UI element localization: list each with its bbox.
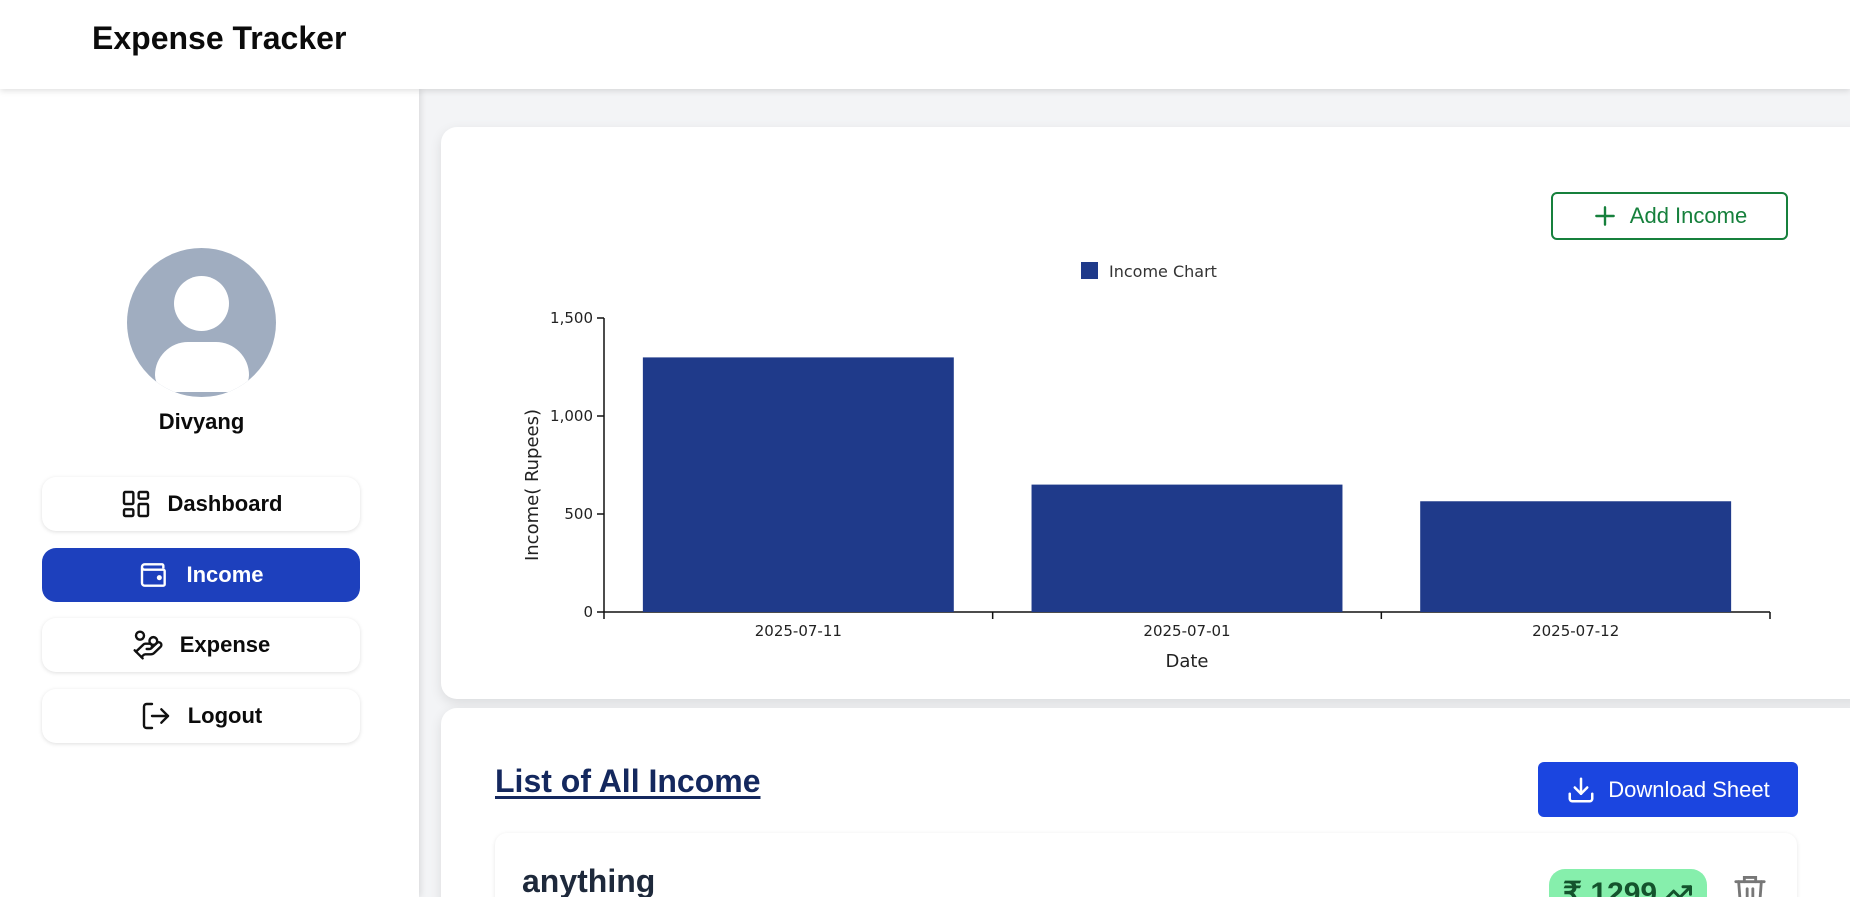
x-tick-label: 2025-07-12 [1532,622,1619,640]
income-item-title: anything [522,863,656,897]
bar-series [642,357,1732,612]
income-amount-badge: ₹ 1299 [1549,869,1707,897]
sidebar-item-income[interactable]: Income [42,548,360,602]
legend-label: Income Chart [1109,262,1217,281]
bar [642,357,954,612]
y-tick-label: 1,500 [550,309,593,327]
dashboard-grid-icon [122,490,149,518]
top-bar: Expense Tracker [0,0,1850,89]
avatar [127,248,276,397]
income-list-title[interactable]: List of All Income [495,763,761,800]
x-tick-label: 2025-07-11 [755,622,842,640]
y-tick-label: 0 [583,603,593,621]
x-axis: 2025-07-11 2025-07-01 2025-07-12 [603,611,1771,640]
add-income-button[interactable]: Add Income [1551,192,1788,240]
user-name: Divyang [158,409,245,434]
y-tick-label: 1,000 [550,407,593,425]
x-tick-label: 2025-07-01 [1143,622,1230,640]
x-axis-label: Date [1165,651,1208,672]
download-icon [1568,777,1594,802]
hand-coins-icon [133,630,163,660]
sidebar-item-logout[interactable]: Logout [42,689,360,743]
download-sheet-button[interactable]: Download Sheet [1538,762,1798,817]
download-sheet-label: Download Sheet [1608,776,1770,802]
sidebar-item-dashboard[interactable]: Dashboard [42,477,360,531]
logout-icon [142,702,169,730]
trending-up-icon [1665,885,1693,897]
wallet-icon [141,563,167,587]
bar [1031,484,1343,612]
trash-icon[interactable] [1733,873,1767,897]
avatar-body-shape [155,342,249,392]
bar [1420,501,1732,612]
sidebar-item-expense[interactable]: Expense [42,618,360,672]
sidebar-item-label: Income [186,562,264,587]
y-axis: 0 500 1,000 1,500 [550,309,605,621]
sidebar-item-label: Dashboard [167,491,283,516]
avatar-head-shape [174,276,229,331]
sidebar-item-label: Logout [187,703,263,728]
legend-swatch [1081,262,1098,279]
y-tick-label: 500 [564,505,593,523]
app-title: Expense Tracker [92,20,347,56]
income-list-item: anything ₹ 1299 [495,833,1797,897]
income-amount: ₹ 1299 [1562,876,1658,897]
income-bar-chart: Income Chart 05001,0001,500 2025-07-11 20… [522,262,1771,672]
sidebar-item-label: Expense [179,632,271,657]
plus-icon [1594,206,1615,226]
y-axis-label: Income( Rupees) [522,409,543,561]
chart-legend: Income Chart [1081,262,1217,281]
sidebar: Divyang Dashboard Income Expense Logout [0,89,419,897]
add-income-label: Add Income [1629,203,1748,228]
